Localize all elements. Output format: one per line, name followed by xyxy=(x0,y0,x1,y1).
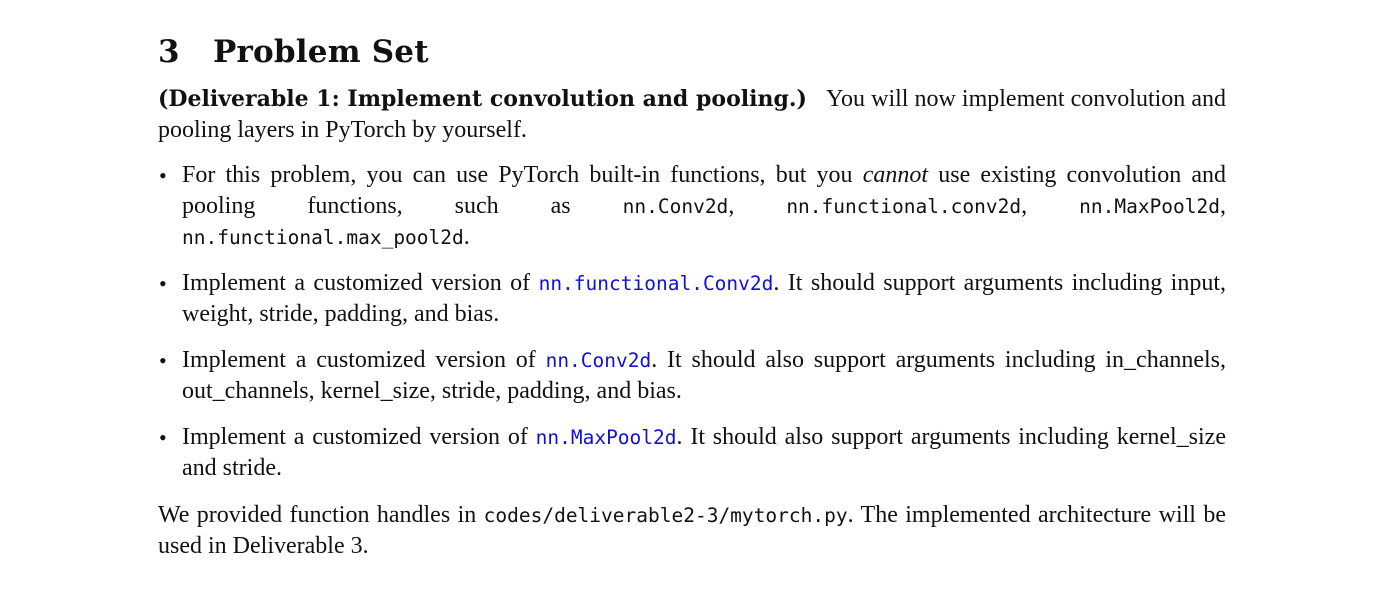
item-text: . xyxy=(463,224,470,250)
emphasis-text: cannot xyxy=(862,162,929,188)
section-heading: 3 Problem Set xyxy=(158,30,1226,74)
separator-text: , xyxy=(728,193,787,219)
functional-conv2d-link[interactable]: nn.functional.Conv2d xyxy=(539,272,774,295)
maxpool2d-link[interactable]: nn.MaxPool2d xyxy=(536,426,677,449)
separator-text: , xyxy=(1021,193,1080,219)
list-item: • Implement a customized version of nn.M… xyxy=(158,422,1226,484)
code-inline: nn.MaxPool2d xyxy=(1079,195,1221,218)
list-item: • Implement a customized version of nn.f… xyxy=(158,268,1226,330)
code-inline: nn.functional.conv2d xyxy=(786,195,1022,218)
list-item: • For this problem, you can use PyTorch … xyxy=(158,160,1226,253)
item-text: For this problem, you can use PyTorch bu… xyxy=(182,162,863,188)
item-text: Implement a customized version of xyxy=(182,270,539,296)
section-title: Problem Set xyxy=(213,34,429,70)
document-page: 3 Problem Set (Deliverable 1: Implement c… xyxy=(158,30,1226,562)
bullet-icon: • xyxy=(159,348,167,373)
code-inline: nn.functional.max_pool2d xyxy=(182,226,464,249)
closing-text: We provided function handles in xyxy=(158,502,484,528)
requirements-list: • For this problem, you can use PyTorch … xyxy=(158,160,1226,484)
item-text: Implement a customized version of xyxy=(182,347,546,373)
bullet-icon: • xyxy=(159,271,167,296)
item-text: Implement a customized version of xyxy=(182,424,536,450)
bullet-icon: • xyxy=(159,425,167,450)
code-inline: nn.Conv2d xyxy=(622,195,729,218)
section-number: 3 xyxy=(158,34,180,70)
separator-text: , xyxy=(1220,193,1227,219)
intro-paragraph: (Deliverable 1: Implement convolution an… xyxy=(158,84,1226,146)
conv2d-link[interactable]: nn.Conv2d xyxy=(546,349,652,372)
closing-paragraph: We provided function handles in codes/de… xyxy=(158,500,1226,562)
file-path-code: codes/deliverable2-3/mytorch.py xyxy=(483,504,848,527)
list-item: • Implement a customized version of nn.C… xyxy=(158,345,1226,407)
deliverable-heading: (Deliverable 1: Implement convolution an… xyxy=(158,86,807,112)
bullet-icon: • xyxy=(159,163,167,188)
